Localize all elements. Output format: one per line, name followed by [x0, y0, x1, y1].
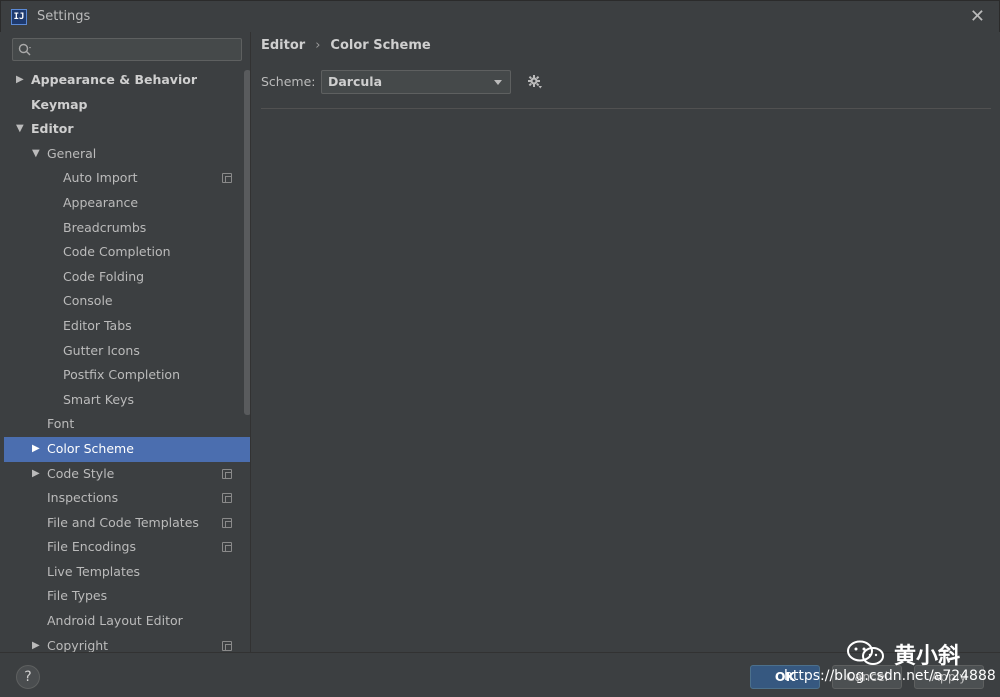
tree-item[interactable]: ▶ Copyright	[4, 634, 250, 652]
tree-item[interactable]: Smart Keys	[4, 388, 250, 413]
search-icon	[18, 43, 31, 56]
title-bar: IJ Settings ✕	[0, 0, 1000, 32]
expand-right-icon[interactable]: ▶	[32, 437, 40, 462]
tree-item[interactable]: File and Code Templates	[4, 511, 250, 536]
project-scope-icon	[222, 173, 232, 184]
tree-item[interactable]: Auto Import	[4, 166, 250, 191]
tree-item-label: Gutter Icons	[63, 342, 140, 358]
tree-item[interactable]: Live Templates	[4, 560, 250, 585]
tree-item[interactable]: ▼ General	[4, 142, 250, 167]
tree-item-label: Inspections	[47, 490, 119, 506]
breadcrumb-current: Color Scheme	[330, 38, 431, 53]
intellij-app-icon: IJ	[11, 9, 27, 25]
watermark-name: 黄小斜	[894, 644, 961, 669]
tree-item[interactable]: Code Folding	[4, 265, 250, 290]
project-scope-icon	[222, 542, 232, 553]
wechat-logo-icon	[847, 640, 884, 665]
tree-item-label: Console	[63, 293, 113, 309]
close-icon[interactable]: ✕	[970, 6, 985, 27]
watermark-url: https://blog.csdn.net/a724888	[784, 668, 996, 684]
tree-item[interactable]: File Encodings	[4, 535, 250, 560]
project-scope-icon	[222, 640, 232, 651]
scheme-value: Darcula	[328, 74, 383, 89]
tree-item[interactable]: Inspections	[4, 486, 250, 511]
tree-item[interactable]: Code Completion	[4, 240, 250, 265]
content-divider	[261, 108, 991, 109]
tree-item[interactable]: Android Layout Editor	[4, 609, 250, 634]
help-button[interactable]: ?	[16, 665, 40, 689]
tree-item[interactable]: File Types	[4, 584, 250, 609]
tree-item-label: Color Scheme	[47, 440, 134, 456]
gear-icon[interactable]	[527, 74, 543, 90]
tree-item[interactable]: Gutter Icons	[4, 339, 250, 364]
tree-item[interactable]: ▶ Code Style	[4, 462, 250, 487]
tree-item[interactable]: Appearance	[4, 191, 250, 216]
tree-item-label: Live Templates	[47, 563, 141, 579]
tree-item[interactable]: Postfix Completion	[4, 363, 250, 388]
window-title: Settings	[37, 9, 91, 24]
expand-right-icon[interactable]: ▶	[32, 462, 40, 487]
project-scope-icon	[222, 493, 232, 504]
tree-item-label: Font	[47, 416, 75, 432]
tree-item[interactable]: Keymap	[4, 93, 250, 118]
search-input[interactable]	[12, 38, 242, 61]
tree-item-label: Android Layout Editor	[47, 613, 183, 629]
tree-item-label: File and Code Templates	[47, 514, 199, 530]
expand-down-icon[interactable]: ▼	[32, 142, 40, 167]
tree-item[interactable]: ▶ Appearance & Behavior	[4, 68, 250, 93]
tree-item-label: Code Completion	[63, 244, 171, 260]
tree-item-label: Appearance & Behavior	[31, 72, 197, 87]
settings-tree: ▶ Appearance & Behavior Keymap ▼ Editor ▼ Gene…	[4, 68, 250, 652]
settings-content: Editor › Color Scheme Scheme: Darcula	[250, 32, 1000, 652]
scheme-dropdown[interactable]: Darcula	[321, 70, 511, 94]
tree-item-label: Auto Import	[63, 170, 138, 186]
tree-item-label: General	[47, 145, 97, 161]
tree-item-label: File Encodings	[47, 539, 137, 555]
tree-item-label: Editor	[31, 121, 74, 137]
chevron-down-icon	[494, 80, 502, 85]
breadcrumb: Editor › Color Scheme	[261, 38, 431, 53]
project-scope-icon	[222, 468, 232, 479]
settings-sidebar: ▶ Appearance & Behavior Keymap ▼ Editor ▼ Gene…	[4, 32, 250, 652]
tree-item-label: Code Style	[47, 465, 115, 481]
tree-item-label: Breadcrumbs	[63, 219, 147, 235]
tree-item-label: Smart Keys	[63, 391, 134, 407]
scheme-label: Scheme:	[261, 74, 316, 89]
tree-item[interactable]: Font	[4, 412, 250, 437]
tree-item-label: Code Folding	[63, 268, 145, 284]
tree-item-selected[interactable]: ▶ Color Scheme	[4, 436, 250, 462]
expand-right-icon[interactable]: ▶	[32, 634, 40, 652]
breadcrumb-separator: ›	[315, 38, 321, 53]
tree-item-label: Copyright	[47, 637, 109, 652]
tree-item[interactable]: Console	[4, 289, 250, 314]
tree-item-label: Editor Tabs	[63, 317, 132, 333]
breadcrumb-parent[interactable]: Editor	[261, 38, 305, 53]
tree-item[interactable]: Breadcrumbs	[4, 216, 250, 241]
tree-item[interactable]: ▼ Editor	[4, 117, 250, 142]
tree-item-label: Appearance	[63, 194, 139, 210]
tree-item-label: File Types	[47, 588, 108, 604]
tree-item-label: Keymap	[31, 96, 88, 112]
tree-item[interactable]: Editor Tabs	[4, 314, 250, 339]
tree-item-label: Postfix Completion	[63, 367, 180, 383]
expand-down-icon[interactable]: ▼	[16, 117, 24, 142]
expand-right-icon[interactable]: ▶	[16, 68, 24, 93]
project-scope-icon	[222, 517, 232, 528]
